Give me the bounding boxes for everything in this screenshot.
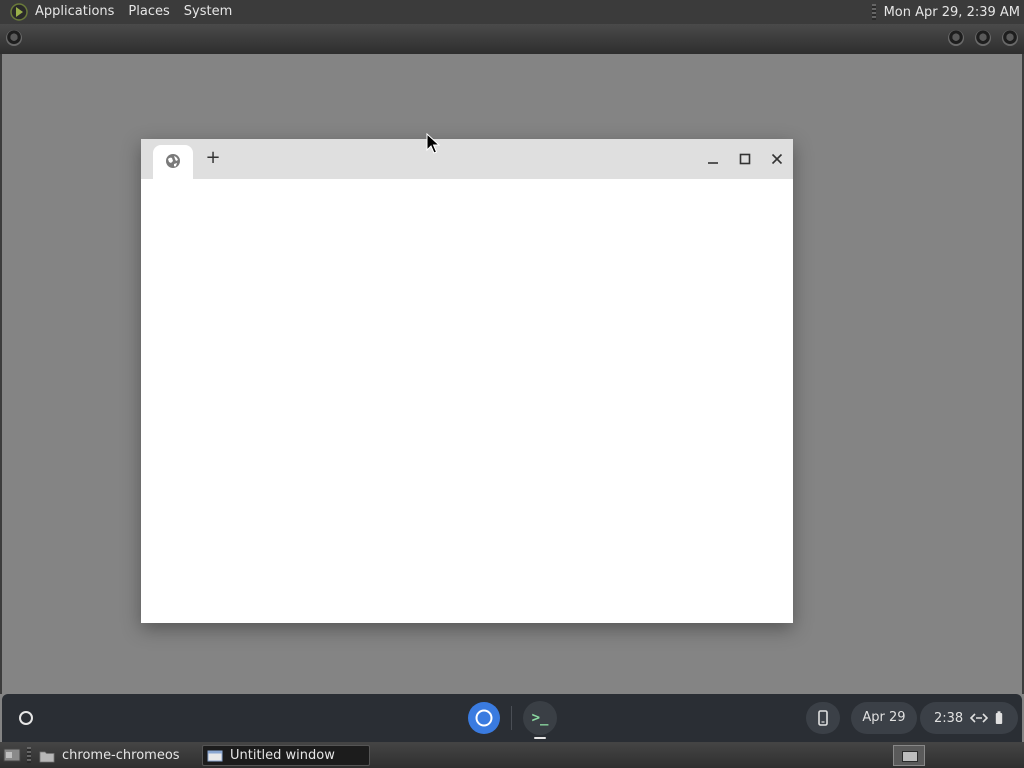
window-icon [207,750,223,761]
top-panel: Applications Places System Mon Apr 29, 2… [0,0,1024,24]
panel-clock[interactable]: Mon Apr 29, 2:39 AM [884,5,1024,20]
frame-menu-button[interactable] [6,30,22,46]
browser-window: + [141,139,793,623]
chrome-icon[interactable] [467,701,501,735]
task-label: chrome-chromeos [62,748,180,763]
menu-system[interactable]: System [177,0,239,24]
show-desktop-icon[interactable] [3,747,21,763]
mouse-cursor-icon [426,133,440,154]
task-chrome-chromeos[interactable]: chrome-chromeos [35,745,198,766]
globe-icon [166,154,180,168]
top-menu-bar: Applications Places System [0,0,239,24]
maximize-icon[interactable] [735,149,755,169]
new-tab-button[interactable]: + [202,147,224,169]
menu-places[interactable]: Places [121,0,176,24]
tray-time: 2:38 [934,710,964,726]
workspace-window-thumbnail [902,751,918,762]
frame-maximize-button[interactable] [975,30,991,46]
frame-close-button[interactable] [1002,30,1018,46]
phone-icon [818,710,828,726]
window-frame-bar [0,24,1024,54]
menu-applications[interactable]: Applications [28,0,121,24]
running-indicator [534,737,546,739]
task-label: Untitled window [230,748,335,763]
shelf-divider [511,706,512,730]
taskbar-drag-handle[interactable] [27,747,31,763]
terminal-icon[interactable]: >_ [523,701,557,735]
panel-drag-handle[interactable] [871,4,876,20]
desktop-left-edge [0,54,2,694]
browser-tab[interactable] [153,145,193,179]
frame-minimize-button[interactable] [948,30,964,46]
network-icon [970,713,989,723]
status-tray[interactable]: 2:38 [920,702,1018,734]
close-icon[interactable] [767,149,787,169]
browser-content-area[interactable] [141,179,793,623]
tab-strip[interactable]: + [141,139,793,179]
applications-logo-icon[interactable] [10,3,28,21]
minimize-icon[interactable] [703,149,723,169]
phone-hub-button[interactable] [806,702,840,734]
battery-icon [996,711,1003,724]
workspace-switcher[interactable] [893,745,925,766]
chromeos-shelf: >_ Apr 29 2:38 [2,694,1022,742]
launcher-circle-icon[interactable] [12,704,40,732]
top-panel-right: Mon Apr 29, 2:39 AM [871,0,1024,24]
folder-icon [39,751,55,762]
bottom-taskbar: chrome-chromeos Untitled window [0,742,1024,768]
shelf-date[interactable]: Apr 29 [851,702,917,734]
task-untitled-window[interactable]: Untitled window [202,745,370,766]
